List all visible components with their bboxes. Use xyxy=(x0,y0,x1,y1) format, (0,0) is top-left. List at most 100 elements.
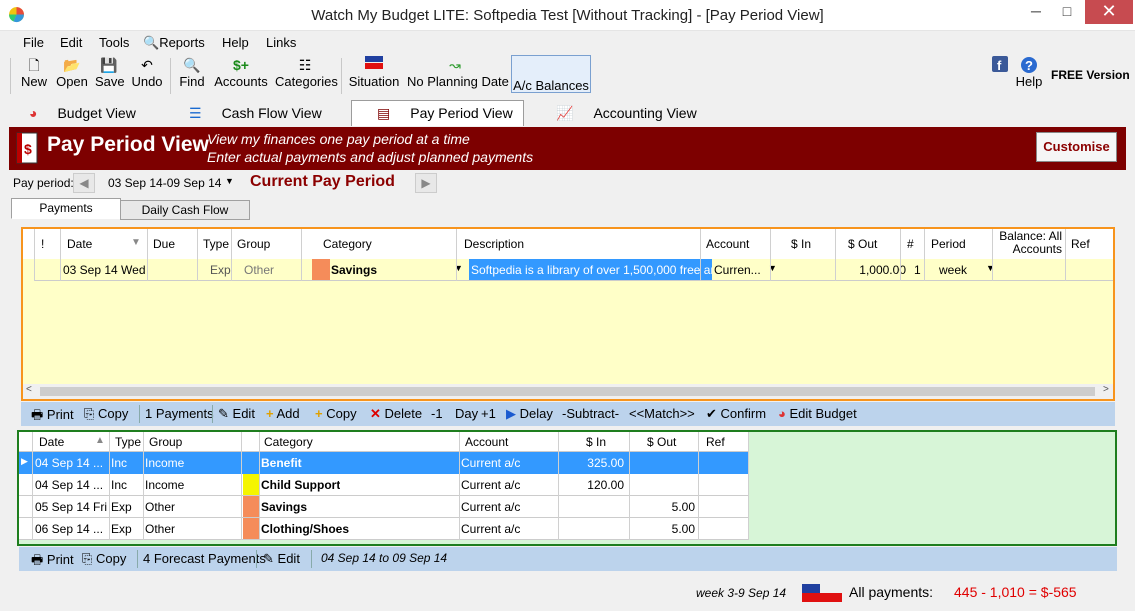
situation-button[interactable]: Situation xyxy=(348,56,400,89)
col-out[interactable]: $ Out xyxy=(848,237,877,251)
fc-row-group[interactable]: Other xyxy=(145,500,175,514)
minus-day-button[interactable]: -1 xyxy=(431,406,443,421)
fc-row-date[interactable]: 04 Sep 14 ... xyxy=(35,456,107,470)
fc-col-out[interactable]: $ Out xyxy=(647,435,676,449)
edit-button[interactable]: ✎ Edit xyxy=(218,406,255,422)
period-dropdown-icon[interactable]: ▼ xyxy=(986,263,995,273)
fc-row-account[interactable]: Current a/c xyxy=(461,478,520,492)
chevron-down-icon[interactable]: ▼ xyxy=(225,176,234,186)
prev-period-button[interactable]: ◀ xyxy=(73,173,95,193)
fc-row-type[interactable]: Exp xyxy=(111,500,132,514)
undo-button[interactable]: ↶ Undo xyxy=(131,56,163,89)
menu-file[interactable]: File xyxy=(23,35,44,50)
forecast-row[interactable]: 05 Sep 14 Fri Exp Other Savings Current … xyxy=(19,496,748,518)
col-balance[interactable]: Balance: All Accounts xyxy=(998,230,1062,256)
fc-col-ref[interactable]: Ref xyxy=(706,435,725,449)
categories-button[interactable]: ☷ Categories xyxy=(275,56,338,89)
subtract-button[interactable]: -Subtract- xyxy=(562,406,619,421)
forecast-row[interactable]: 06 Sep 14 ... Exp Other Clothing/Shoes C… xyxy=(19,518,748,540)
menu-reports[interactable]: 🔍Reports xyxy=(143,35,205,51)
fc-row-type[interactable]: Inc xyxy=(111,478,127,492)
payment-out[interactable]: 1,000.00 xyxy=(846,263,906,277)
scrollbar-thumb[interactable] xyxy=(40,387,1095,396)
fc-row-in[interactable]: 120.00 xyxy=(558,478,624,492)
maximize-button[interactable]: □ xyxy=(1052,0,1082,24)
print-button[interactable]: 🖶 Print xyxy=(31,406,74,428)
copy-button[interactable]: ⎘ Copy xyxy=(84,406,128,422)
fc-col-type[interactable]: Type xyxy=(115,435,141,449)
confirm-button[interactable]: ✔ Confirm xyxy=(706,406,766,422)
scroll-left-icon[interactable]: < xyxy=(26,384,32,395)
fc-row-account[interactable]: Current a/c xyxy=(461,522,520,536)
payment-date[interactable]: 03 Sep 14 Wed xyxy=(63,263,145,277)
fc-row-out[interactable]: 5.00 xyxy=(629,500,695,514)
payment-description[interactable]: Softpedia is a library of over 1,500,000… xyxy=(469,259,712,280)
fc-edit-button[interactable]: ✎ Edit xyxy=(263,551,300,567)
col-description[interactable]: Description xyxy=(464,237,524,251)
payment-number[interactable]: 1 xyxy=(914,263,921,277)
col-ref[interactable]: Ref xyxy=(1071,237,1090,251)
find-button[interactable]: 🔍 Find xyxy=(178,56,206,89)
edit-budget-button[interactable]: ◕ Edit Budget xyxy=(778,406,857,421)
fc-col-in[interactable]: $ In xyxy=(586,435,606,449)
menu-links[interactable]: Links xyxy=(266,35,296,50)
fc-row-group[interactable]: Income xyxy=(145,456,184,470)
fc-row-group[interactable]: Other xyxy=(145,522,175,536)
payment-category[interactable]: Savings xyxy=(331,263,467,277)
plus-day-button[interactable]: +1 xyxy=(481,406,496,421)
accounts-button[interactable]: $+ Accounts xyxy=(214,56,268,89)
tab-payments[interactable]: Payments xyxy=(11,198,121,219)
fc-row-date[interactable]: 05 Sep 14 Fri xyxy=(35,500,107,514)
fc-row-category[interactable]: Child Support xyxy=(261,478,340,492)
pay-period-select[interactable]: 03 Sep 14-09 Sep 14 xyxy=(108,176,221,190)
match-button[interactable]: <<Match>> xyxy=(629,406,695,421)
tab-cash-flow-view[interactable]: ☰ Cash Flow View xyxy=(188,100,338,126)
help-button[interactable]: ? Help xyxy=(1015,56,1043,89)
close-button[interactable]: ✕ xyxy=(1085,0,1133,24)
payment-account[interactable]: Curren... xyxy=(714,263,764,277)
fc-row-category[interactable]: Benefit xyxy=(261,456,302,470)
forecast-row[interactable]: 04 Sep 14 ... Inc Income Child Support C… xyxy=(19,474,748,496)
copy-payment-button[interactable]: + Copy xyxy=(315,406,357,421)
fc-row-type[interactable]: Inc xyxy=(111,456,127,470)
forecast-row[interactable]: 04 Sep 14 ... Inc Income Benefit Current… xyxy=(19,452,748,474)
horizontal-scrollbar[interactable]: < > xyxy=(23,384,1113,399)
ac-balances-button[interactable]: A/c Balances xyxy=(511,55,591,93)
next-period-button[interactable]: ▶ xyxy=(415,173,437,193)
fc-col-date[interactable]: Date xyxy=(39,435,64,449)
payment-period[interactable]: week xyxy=(939,263,967,277)
col-in[interactable]: $ In xyxy=(791,237,811,251)
payment-row[interactable]: 03 Sep 14 Wed Exp Other Savings ▼ Softpe… xyxy=(34,259,1113,281)
col-number[interactable]: # xyxy=(907,237,914,251)
col-category[interactable]: Category xyxy=(323,237,372,251)
tab-budget-view[interactable]: ◕ Budget View xyxy=(28,100,153,126)
fc-row-account[interactable]: Current a/c xyxy=(461,500,520,514)
col-type[interactable]: Type xyxy=(203,237,229,251)
fc-row-date[interactable]: 04 Sep 14 ... xyxy=(35,478,107,492)
tab-pay-period-view[interactable]: ▤ Pay Period View xyxy=(351,100,524,126)
col-date[interactable]: Date xyxy=(67,237,92,251)
fc-row-category[interactable]: Savings xyxy=(261,500,307,514)
payment-group[interactable]: Other xyxy=(244,263,274,277)
fc-row-date[interactable]: 06 Sep 14 ... xyxy=(35,522,107,536)
fc-print-button[interactable]: 🖶 Print xyxy=(31,551,74,573)
fc-row-in[interactable]: 325.00 xyxy=(558,456,624,470)
tab-accounting-view[interactable]: 📈 Accounting View xyxy=(555,100,705,126)
fc-row-out[interactable]: 5.00 xyxy=(629,522,695,536)
col-group[interactable]: Group xyxy=(237,237,270,251)
no-planning-date-button[interactable]: ↝ No Planning Date xyxy=(407,56,509,89)
menu-tools[interactable]: Tools xyxy=(99,35,129,50)
fc-col-category[interactable]: Category xyxy=(264,435,313,449)
fc-copy-button[interactable]: ⎘ Copy xyxy=(82,551,126,567)
tab-daily-cash-flow[interactable]: Daily Cash Flow xyxy=(120,200,250,220)
customise-button[interactable]: Customise xyxy=(1036,132,1117,162)
payment-type[interactable]: Exp xyxy=(210,263,231,277)
minimize-button[interactable]: ─ xyxy=(1021,0,1051,24)
fc-row-account[interactable]: Current a/c xyxy=(461,456,520,470)
menu-edit[interactable]: Edit xyxy=(60,35,82,50)
col-account[interactable]: Account xyxy=(706,237,749,251)
menu-help[interactable]: Help xyxy=(222,35,249,50)
fc-row-group[interactable]: Income xyxy=(145,478,184,492)
new-button[interactable]: 🗋 New xyxy=(20,56,48,89)
add-button[interactable]: + Add xyxy=(266,406,300,421)
